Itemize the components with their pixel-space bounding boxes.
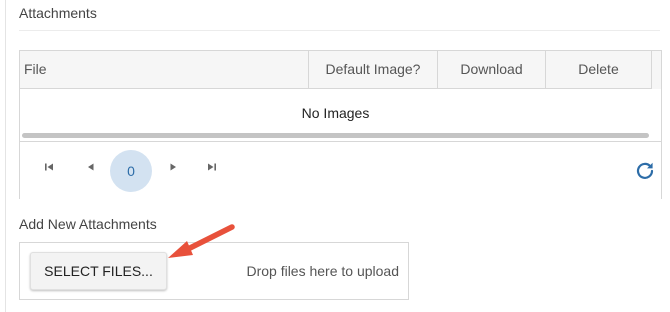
column-header-default-image[interactable]: Default Image?	[308, 51, 437, 88]
title-divider	[19, 30, 660, 31]
section-left-border	[5, 0, 6, 312]
refresh-icon[interactable]	[633, 158, 657, 182]
next-page-icon[interactable]	[159, 156, 187, 184]
empty-message: No Images	[301, 105, 370, 121]
add-attachments-title: Add New Attachments	[19, 216, 157, 232]
red-arrow-icon	[168, 224, 235, 258]
current-page-button[interactable]: 0	[110, 150, 152, 192]
attachments-grid: File Default Image? Download Delete No I…	[19, 50, 662, 199]
pager: 0	[20, 142, 661, 199]
vertical-scrollbar-gutter	[651, 51, 661, 89]
column-header-file[interactable]: File	[20, 51, 308, 88]
attachments-title: Attachments	[19, 5, 97, 21]
grid-header: File Default Image? Download Delete	[20, 51, 661, 89]
last-page-icon[interactable]	[198, 156, 226, 184]
previous-page-icon[interactable]	[77, 156, 105, 184]
horizontal-scrollbar[interactable]	[22, 133, 649, 138]
column-header-download[interactable]: Download	[437, 51, 545, 88]
select-files-button[interactable]: SELECT FILES...	[30, 252, 167, 290]
column-header-delete[interactable]: Delete	[545, 51, 651, 88]
first-page-icon[interactable]	[35, 156, 63, 184]
drop-hint-text: Drop files here to upload	[246, 263, 399, 279]
